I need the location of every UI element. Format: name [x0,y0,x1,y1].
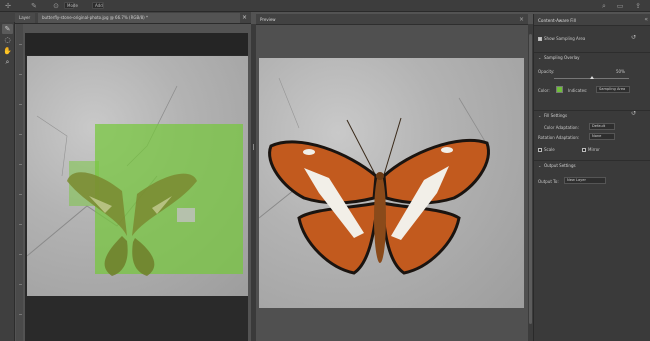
butterfly-silhouette [67,172,197,276]
sampling-overlay-section[interactable]: ⌄ Sampling Overlay [534,52,650,62]
opacity-slider-knob[interactable] [589,76,594,79]
tab-document[interactable]: butterfly-stone-original-photo.jpg @ 66.… [38,13,240,23]
scrollbar-thumb[interactable] [529,34,532,324]
vertical-ruler [16,24,23,341]
mode-label: Mode [64,2,78,9]
hand-icon[interactable]: ✋ [2,46,13,56]
scale-label: Scale [544,147,555,152]
show-sampling-area-label: Show Sampling Area [544,36,586,41]
output-to-label: Output To: [538,179,559,184]
brush-option-icon[interactable]: ✎ [30,2,38,10]
rotation-adaptation-label: Rotation Adaptation: [538,135,580,140]
zoom-icon[interactable]: ⌕ [2,57,13,67]
collapse-icon[interactable]: « [644,16,648,23]
opacity-value[interactable]: 50% [616,69,625,74]
sampling-overlay-heading: Sampling Overlay [544,55,580,60]
chevron-down-icon: ⌄ [538,55,542,60]
fill-reset-icon[interactable]: ↺ [631,110,636,117]
mirror-checkbox[interactable] [582,148,586,152]
settings-icon[interactable]: ⊙ [52,2,60,10]
document-tab-bar: Layer butterfly-stone-original-photo.jpg… [0,12,251,24]
workspace-icon[interactable]: ▭ [616,2,624,10]
color-adaptation-label: Color Adaptation: [544,125,579,130]
color-adaptation-dropdown[interactable]: Default [589,123,615,130]
preview-butterfly [259,77,490,275]
preview-close-icon[interactable]: × [519,16,524,23]
overlay-color-swatch[interactable] [556,86,563,93]
canvas-pasteboard-top [25,33,248,55]
color-label: Color: [538,88,550,93]
chevron-down-icon: ⌄ [538,163,542,168]
opacity-slider[interactable] [554,76,629,79]
share-icon[interactable]: ⇪ [634,2,642,10]
indicates-dropdown[interactable]: Sampling Area [596,86,630,93]
chevron-down-icon: ⌄ [538,113,542,118]
output-settings-heading: Output Settings [544,163,576,168]
output-settings-section[interactable]: ⌄ Output Settings [534,160,650,170]
tools-panel: ✎ ◌ ✋ ⌕ [0,22,15,341]
scale-row[interactable]: Scale [538,147,555,152]
close-icon[interactable]: × [240,13,250,23]
rotation-adaptation-dropdown[interactable]: None [589,133,615,140]
scale-checkbox[interactable] [538,148,542,152]
divider-handle[interactable] [253,144,254,150]
tab-layer[interactable]: Layer [15,13,35,23]
fill-settings-heading: Fill Settings [544,113,568,118]
move-tool-icon[interactable]: ✢ [4,2,12,10]
mirror-label: Mirror [588,147,600,152]
opacity-label: Opacity: [538,69,555,74]
lasso-icon[interactable]: ◌ [2,35,13,45]
output-to-dropdown[interactable]: New Layer [564,177,606,184]
panel-title: Content-Aware Fill [538,18,576,23]
preview-photo[interactable] [259,58,524,308]
document-canvas[interactable] [25,33,248,341]
preview-label: Preview [260,17,276,22]
panel-titlebar: Content-Aware Fill « [534,14,650,26]
mirror-row[interactable]: Mirror [582,147,600,152]
tab-document-title: butterfly-stone-original-photo.jpg @ 66.… [42,15,148,20]
preview-header: Preview × [256,14,528,25]
reset-icon[interactable]: ↺ [631,34,636,41]
options-bar: ✢ ✎ ⊙ Mode Add ⌕ ▭ ⇪ [0,0,650,12]
show-sampling-area-checkbox[interactable] [538,37,542,41]
sampling-brush-icon[interactable]: ✎ [2,24,13,34]
mode-dropdown[interactable]: Add [92,2,104,9]
show-sampling-area-row[interactable]: Show Sampling Area [538,36,585,41]
search-icon[interactable]: ⌕ [600,2,608,10]
indicates-label: Indicates: [568,88,588,93]
content-aware-fill-panel: Content-Aware Fill « Show Sampling Area … [533,14,650,341]
sampling-area-photo[interactable] [27,56,248,296]
